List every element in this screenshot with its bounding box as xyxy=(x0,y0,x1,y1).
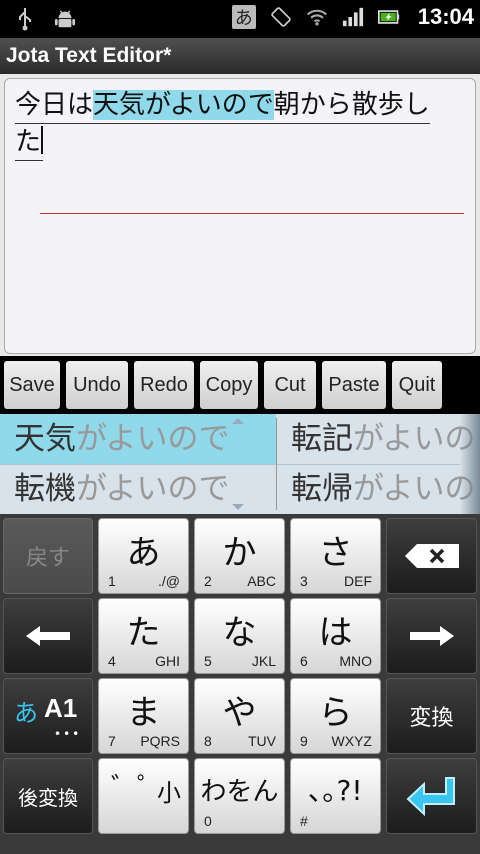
copy-button[interactable]: Copy xyxy=(200,361,258,409)
candidate-item[interactable]: 転記がよいので xyxy=(277,414,480,464)
candidate-item[interactable]: 転帰がよいので xyxy=(277,464,480,514)
status-bar: あ 13:04 xyxy=(0,0,480,38)
input-mode-key[interactable]: あ A1 ••• xyxy=(3,678,93,754)
backspace-key[interactable] xyxy=(386,518,477,594)
backspace-icon xyxy=(387,519,476,593)
kana-key-ma[interactable]: ま 7 PQRS xyxy=(98,678,189,754)
punctuation-key[interactable]: ､｡?! # xyxy=(290,758,381,834)
text-editor[interactable]: 今日は天気がよいので朝から散歩し た xyxy=(4,78,476,354)
mode-latin-label: A1 xyxy=(44,693,78,723)
conversion-candidates: 天気がよいので 転記がよいので 転機がよいので 転帰がよいので xyxy=(0,414,480,514)
enter-icon xyxy=(387,759,476,833)
small-kana-label: 小 xyxy=(157,779,181,807)
kana-key-na[interactable]: な 5 JKL xyxy=(194,598,285,674)
arrow-right-icon xyxy=(387,599,476,673)
editor-toolbar: Save Undo Redo Copy Cut Paste Quit xyxy=(0,356,480,414)
kana-key-a[interactable]: あ 1 ./@ xyxy=(98,518,189,594)
cut-button[interactable]: Cut xyxy=(264,361,316,409)
quit-button[interactable]: Quit xyxy=(392,361,442,409)
kana-key-ka[interactable]: か 2 ABC xyxy=(194,518,285,594)
kana-key-ta[interactable]: た 4 GHI xyxy=(98,598,189,674)
kana-key-ya[interactable]: や 8 TUV xyxy=(194,678,285,754)
enter-key[interactable] xyxy=(386,758,477,834)
battery-icon xyxy=(377,4,400,30)
candidate-column-divider xyxy=(276,418,277,510)
app-title-bar: Jota Text Editor* xyxy=(0,38,480,74)
kana-key-ra[interactable]: ら 9 WXYZ xyxy=(290,678,381,754)
text-before: 今日は xyxy=(15,90,94,120)
editor-container: 今日は天気がよいので朝から散歩し た xyxy=(0,74,480,356)
soft-keyboard: 戻す あ 1 ./@ か 2 ABC さ 3 DEF た 4 GHI な 5 J… xyxy=(0,514,480,854)
signal-icon xyxy=(342,4,364,30)
paste-button[interactable]: Paste xyxy=(322,361,386,409)
mode-dots: ••• xyxy=(54,727,82,741)
cursor-right-key[interactable] xyxy=(386,598,477,674)
text-after: 朝から散歩し xyxy=(273,90,430,120)
editor-line-2: た xyxy=(15,124,44,161)
editor-line-1: 今日は天気がよいので朝から散歩し xyxy=(15,87,430,124)
cursor-left-key[interactable] xyxy=(3,598,93,674)
candidate-scroll-arrows-icon xyxy=(230,414,246,514)
usb-icon xyxy=(14,6,36,32)
app-title: Jota Text Editor* xyxy=(6,44,172,67)
convert-key[interactable]: 変換 xyxy=(386,678,477,754)
undo-button[interactable]: Undo xyxy=(66,361,128,409)
kana-key-ha[interactable]: は 6 MNO xyxy=(290,598,381,674)
kana-key-wa[interactable]: わをん 0 xyxy=(194,758,285,834)
redo-button[interactable]: Redo xyxy=(134,361,194,409)
dakuten-small-key[interactable]: ゛゜ 小 xyxy=(98,758,189,834)
wifi-icon xyxy=(306,4,328,30)
back-key[interactable]: 戻す xyxy=(3,518,93,594)
arrow-left-icon xyxy=(4,599,92,673)
text-line-2: た xyxy=(15,127,42,157)
reconvert-key[interactable]: 後変換 xyxy=(3,758,93,834)
kana-key-sa[interactable]: さ 3 DEF xyxy=(290,518,381,594)
android-debug-icon xyxy=(54,6,76,32)
dakuten-label: ゛゜ xyxy=(111,773,164,803)
candidate-scroll-edge xyxy=(460,414,480,514)
current-line-underline xyxy=(40,213,464,214)
composing-text: 天気がよいので xyxy=(93,90,274,120)
rotation-icon xyxy=(270,4,292,30)
clock: 13:04 xyxy=(417,4,474,29)
mode-kana-label: あ xyxy=(14,699,38,727)
ime-icon: あ xyxy=(231,5,256,29)
text-cursor xyxy=(41,126,44,154)
save-button[interactable]: Save xyxy=(4,361,60,409)
